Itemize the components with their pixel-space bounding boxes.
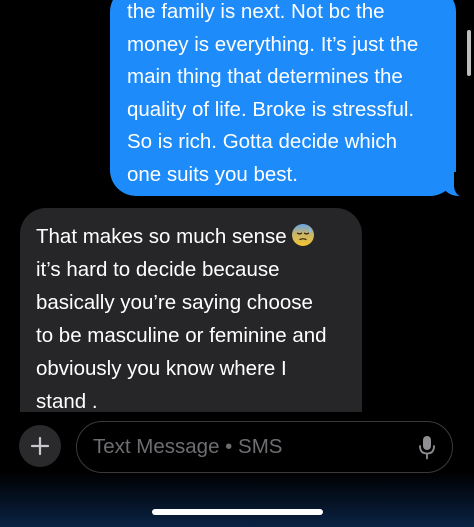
- message-line: quality of life. Broke is stressful.: [127, 97, 415, 121]
- microphone-icon[interactable]: [418, 435, 436, 461]
- message-input-placeholder: Text Message • SMS: [93, 435, 283, 458]
- message-line: obviously you know where I: [36, 357, 287, 380]
- add-attachment-button[interactable]: [19, 425, 61, 467]
- message-input[interactable]: Text Message • SMS: [76, 421, 453, 473]
- message-line: it’s hard to decide because: [36, 258, 280, 281]
- bubble-tail-mask: [454, 172, 474, 198]
- message-line: stand .: [36, 390, 98, 412]
- home-indicator[interactable]: [152, 509, 323, 515]
- incoming-message-bubble[interactable]: That makes so much sense it’s hard to de…: [20, 208, 362, 412]
- anxious-sweat-face-icon: [291, 224, 314, 246]
- message-line: to be masculine or feminine and: [36, 324, 327, 347]
- messages-screen: the family is next. Not bc the money is …: [0, 0, 474, 527]
- outgoing-message-bubble[interactable]: the family is next. Not bc the money is …: [110, 0, 474, 198]
- message-line-with-emoji: That makes so much sense: [36, 220, 348, 253]
- message-line: the family is next. Not bc the: [127, 0, 385, 23]
- message-line-text: That makes so much sense: [36, 225, 287, 248]
- plus-icon: [30, 436, 50, 456]
- message-line: main thing that determines the: [127, 65, 403, 88]
- message-thread[interactable]: the family is next. Not bc the money is …: [0, 0, 474, 412]
- message-line: So is rich. Gotta decide which: [127, 130, 398, 153]
- scrollbar[interactable]: [467, 30, 471, 76]
- message-line: one suits you best.: [127, 162, 298, 186]
- message-line: basically you’re saying choose: [36, 291, 313, 314]
- message-line: money is everything. It’s just the: [127, 32, 419, 56]
